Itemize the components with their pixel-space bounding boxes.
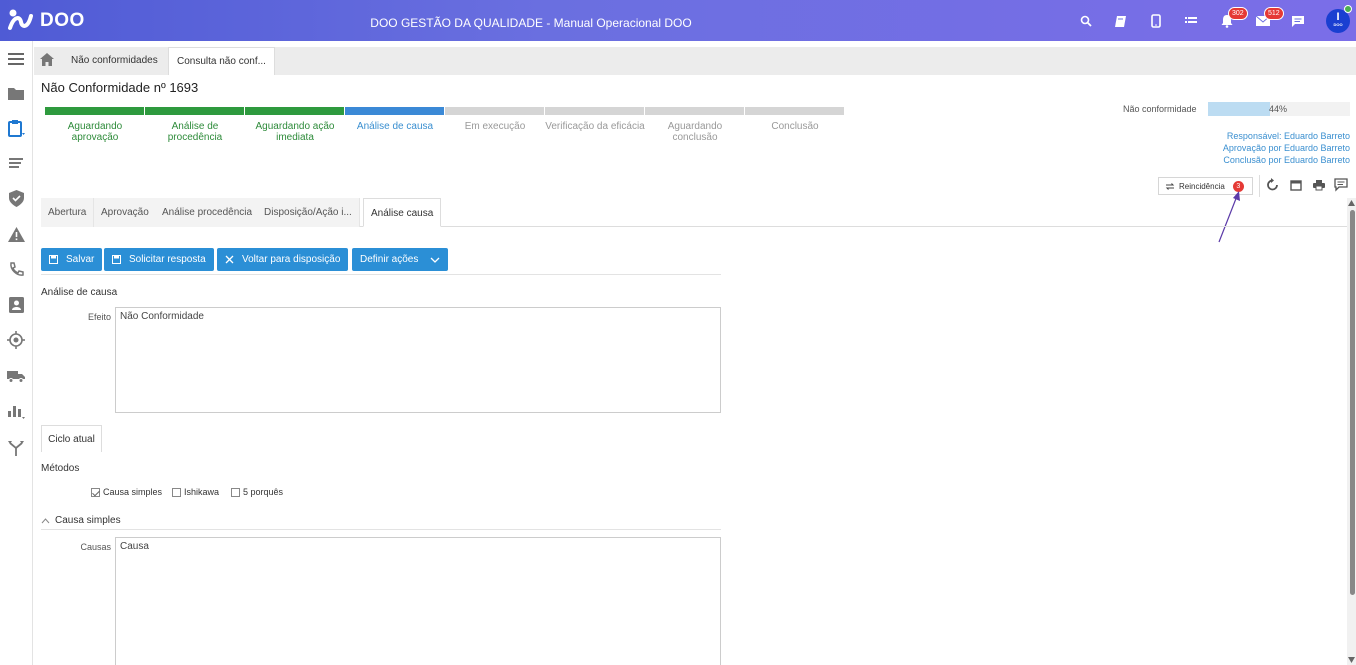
approval-text: Aprovação por Eduardo Barreto — [1222, 143, 1350, 153]
responsible-text: Responsável: Eduardo Barreto — [1226, 131, 1350, 141]
divider — [41, 274, 721, 275]
checkbox[interactable] — [172, 487, 181, 497]
notifications-bell-icon[interactable]: 302 — [1219, 7, 1248, 29]
step-label: Análise de causa — [356, 121, 434, 132]
print-icon[interactable] — [1312, 178, 1326, 192]
mobile-icon[interactable] — [1148, 13, 1164, 29]
section-title-analysis: Análise de causa — [41, 287, 118, 298]
step-label: Conclusão — [771, 121, 819, 132]
progress-percent: 44% — [1269, 104, 1288, 114]
tab-analise-procedencia[interactable]: Análise procedência — [155, 198, 261, 227]
method-simple-cause-checkbox[interactable]: Causa simples — [91, 487, 162, 497]
left-sidebar — [0, 41, 33, 665]
page-title: Não Conformidade nº 1693 — [41, 80, 199, 95]
menu-icon[interactable] — [6, 49, 26, 69]
top-bar: DOO DOO GESTÃO DA QUALIDADE - Manual Ope… — [0, 0, 1356, 41]
fork-icon[interactable] — [6, 437, 26, 457]
target-icon[interactable] — [6, 330, 26, 350]
app-title: DOO GESTÃO DA QUALIDADE - Manual Operaci… — [370, 16, 692, 30]
chat-icon[interactable] — [1290, 13, 1306, 29]
step-bar-5 — [445, 107, 544, 115]
checkbox-checked[interactable] — [91, 487, 100, 497]
save-icon — [112, 255, 121, 264]
calendar-icon[interactable] — [1289, 178, 1303, 192]
tab-aprovacao[interactable]: Aprovação — [94, 198, 157, 227]
step-bar-3 — [245, 107, 344, 115]
phone-icon[interactable] — [6, 259, 26, 279]
step-bar-7 — [645, 107, 744, 115]
method-ishikawa-checkbox[interactable]: Ishikawa — [172, 487, 219, 497]
conclusion-text: Conclusão por Eduardo Barreto — [1223, 155, 1350, 165]
effect-label: Efeito — [87, 312, 111, 322]
request-response-button[interactable]: Solicitar resposta — [104, 248, 214, 271]
causes-textarea[interactable]: Causa — [115, 537, 721, 665]
divider — [41, 529, 721, 530]
step-bar-8 — [745, 107, 844, 115]
bar-chart-icon[interactable] — [6, 401, 26, 421]
shield-check-icon[interactable] — [6, 188, 26, 208]
checkbox[interactable] — [231, 487, 240, 497]
breadcrumb: Não conformidades Consulta não conf... — [34, 47, 1356, 75]
step-label: Verificação da eficácia — [545, 121, 645, 132]
step-bar-4 — [345, 107, 444, 115]
causes-label: Causas — [80, 542, 111, 552]
progress-label: Não conformidade — [1123, 104, 1197, 114]
scrollbar-thumb[interactable] — [1350, 210, 1355, 595]
step-label: Análise de procedência — [167, 121, 223, 143]
search-icon[interactable] — [1078, 13, 1094, 29]
list-icon[interactable] — [1183, 13, 1199, 29]
progress-bar: 44% — [1208, 102, 1350, 116]
mail-icon[interactable]: 512 — [1255, 7, 1284, 29]
comment-icon[interactable] — [1334, 178, 1348, 192]
chevron-down-icon — [430, 257, 440, 263]
warning-icon[interactable] — [6, 224, 26, 244]
breadcrumb-item-consulta[interactable]: Consulta não conf... — [168, 47, 275, 75]
close-icon — [225, 255, 234, 264]
tab-disposicao[interactable]: Disposição/Ação i... — [257, 198, 360, 227]
clipboard-icon[interactable] — [6, 118, 26, 138]
progress-fill — [1208, 102, 1271, 116]
step-label: Aguardando conclusão — [667, 121, 723, 143]
tab-analise-causa[interactable]: Análise causa — [363, 198, 442, 227]
scroll-up-icon[interactable] — [1348, 200, 1355, 206]
step-bar-1 — [45, 107, 144, 115]
book-icon[interactable] — [1112, 13, 1128, 29]
step-label: Em execução — [464, 121, 526, 132]
tab-abertura[interactable]: Abertura — [41, 198, 95, 227]
repeat-icon — [1165, 182, 1175, 190]
home-icon[interactable] — [40, 53, 54, 69]
folder-icon[interactable] — [6, 83, 26, 103]
scroll-down-icon[interactable] — [1348, 657, 1355, 663]
refresh-icon[interactable] — [1266, 178, 1280, 192]
breadcrumb-item-nonconformities[interactable]: Não conformidades — [63, 47, 166, 75]
truck-icon[interactable] — [6, 366, 26, 386]
content-tabs: Abertura Aprovação Análise procedência D… — [41, 198, 1349, 227]
define-actions-button[interactable]: Definir ações — [352, 248, 449, 271]
messages-badge: 512 — [1264, 7, 1284, 20]
online-status-dot — [1344, 5, 1352, 13]
save-icon — [49, 255, 58, 264]
chevron-up-icon — [41, 517, 50, 523]
notifications-badge: 302 — [1228, 7, 1248, 20]
divider — [1259, 175, 1260, 197]
back-to-disposition-button[interactable]: Voltar para disposição — [217, 248, 349, 271]
save-button[interactable]: Salvar — [41, 248, 103, 271]
contact-card-icon[interactable] — [6, 295, 26, 315]
effect-textarea[interactable]: Não Conformidade — [115, 307, 721, 413]
step-bar-6 — [545, 107, 644, 115]
step-label: Aguardando aprovação — [67, 121, 123, 143]
methods-title: Métodos — [41, 463, 80, 474]
method-5-whys-checkbox[interactable]: 5 porquês — [231, 487, 283, 497]
step-bar-2 — [145, 107, 244, 115]
tab-current-cycle[interactable]: Ciclo atual — [41, 425, 102, 452]
lines-icon[interactable] — [6, 153, 26, 173]
simple-cause-header[interactable]: Causa simples — [41, 515, 121, 526]
step-label: Aguardando ação imediata — [255, 121, 335, 143]
